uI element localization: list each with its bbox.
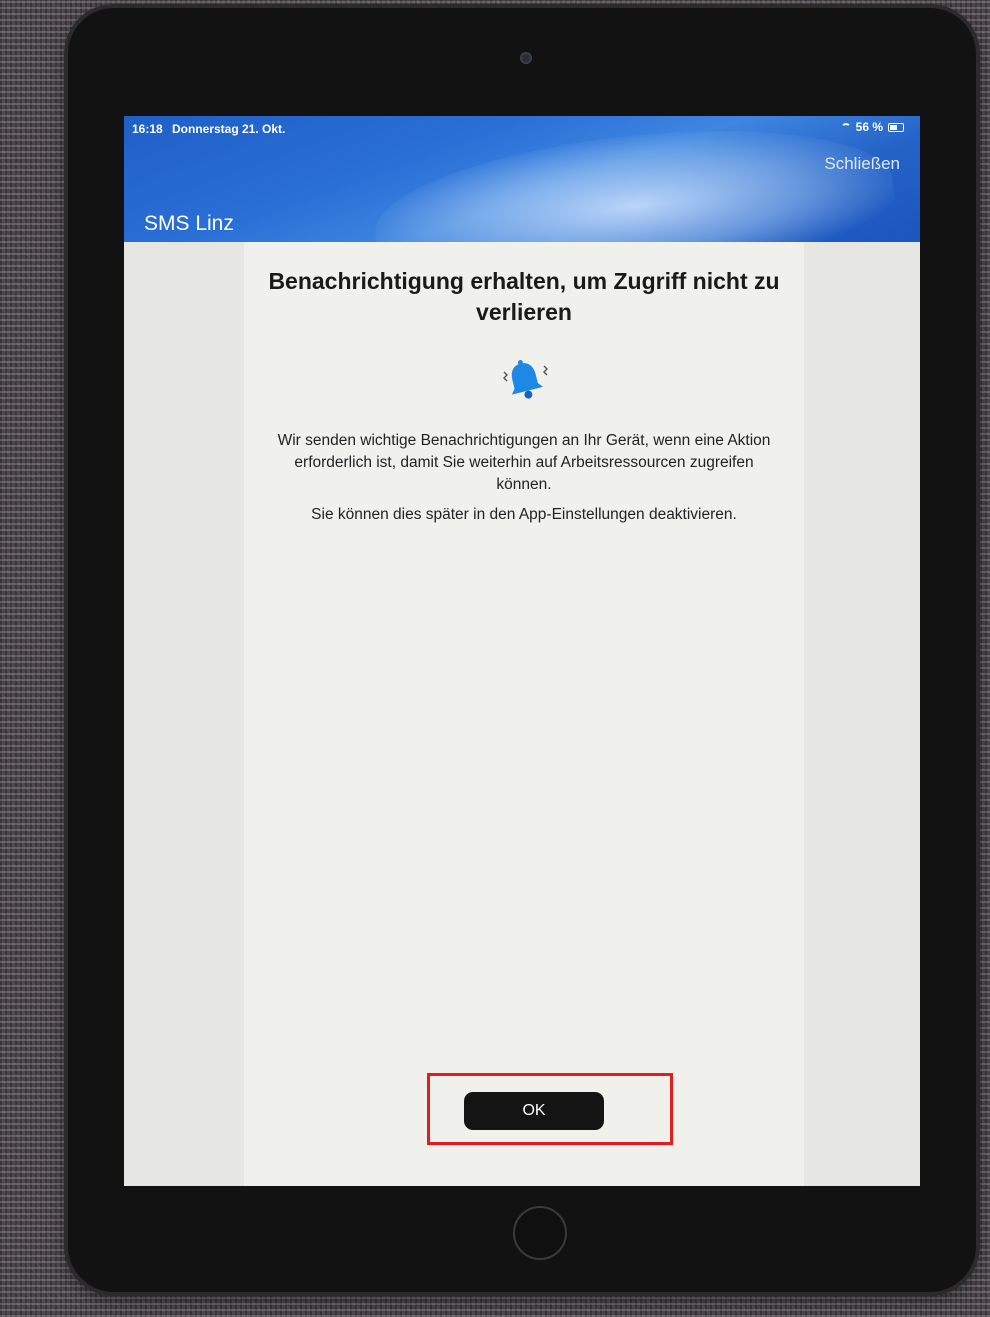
screen: 16:18 Donnerstag 21. Okt. 56 % Schließen… (124, 116, 920, 1186)
close-button[interactable]: Schließen (824, 154, 900, 174)
bell-icon (503, 360, 548, 399)
battery-icon (888, 122, 904, 132)
wifi-icon (840, 123, 851, 131)
front-camera (520, 52, 532, 64)
dialog-heading: Benachrichtigung erhalten, um Zugriff ni… (268, 268, 780, 325)
ok-button[interactable]: OK (464, 1092, 604, 1130)
battery-percentage: 56 % (855, 120, 883, 134)
status-bar: 16:18 Donnerstag 21. Okt. 56 % (124, 116, 920, 138)
dialog-body-text: Wir senden wichtige Benachrichtigungen a… (277, 432, 771, 493)
dialog-note-text: Sie können dies später in den App-Einste… (311, 506, 737, 523)
tablet-device: 16:18 Donnerstag 21. Okt. 56 % Schließen… (68, 8, 976, 1292)
notification-dialog: Benachrichtigung erhalten, um Zugriff ni… (244, 242, 804, 1186)
home-button[interactable] (513, 1206, 567, 1260)
app-title: SMS Linz (144, 212, 234, 235)
status-time: 16:18 (132, 122, 163, 136)
status-indicators: 56 % (840, 120, 904, 134)
status-date: Donnerstag 21. Okt. (172, 122, 286, 136)
app-header: 16:18 Donnerstag 21. Okt. 56 % Schließen… (124, 116, 920, 242)
